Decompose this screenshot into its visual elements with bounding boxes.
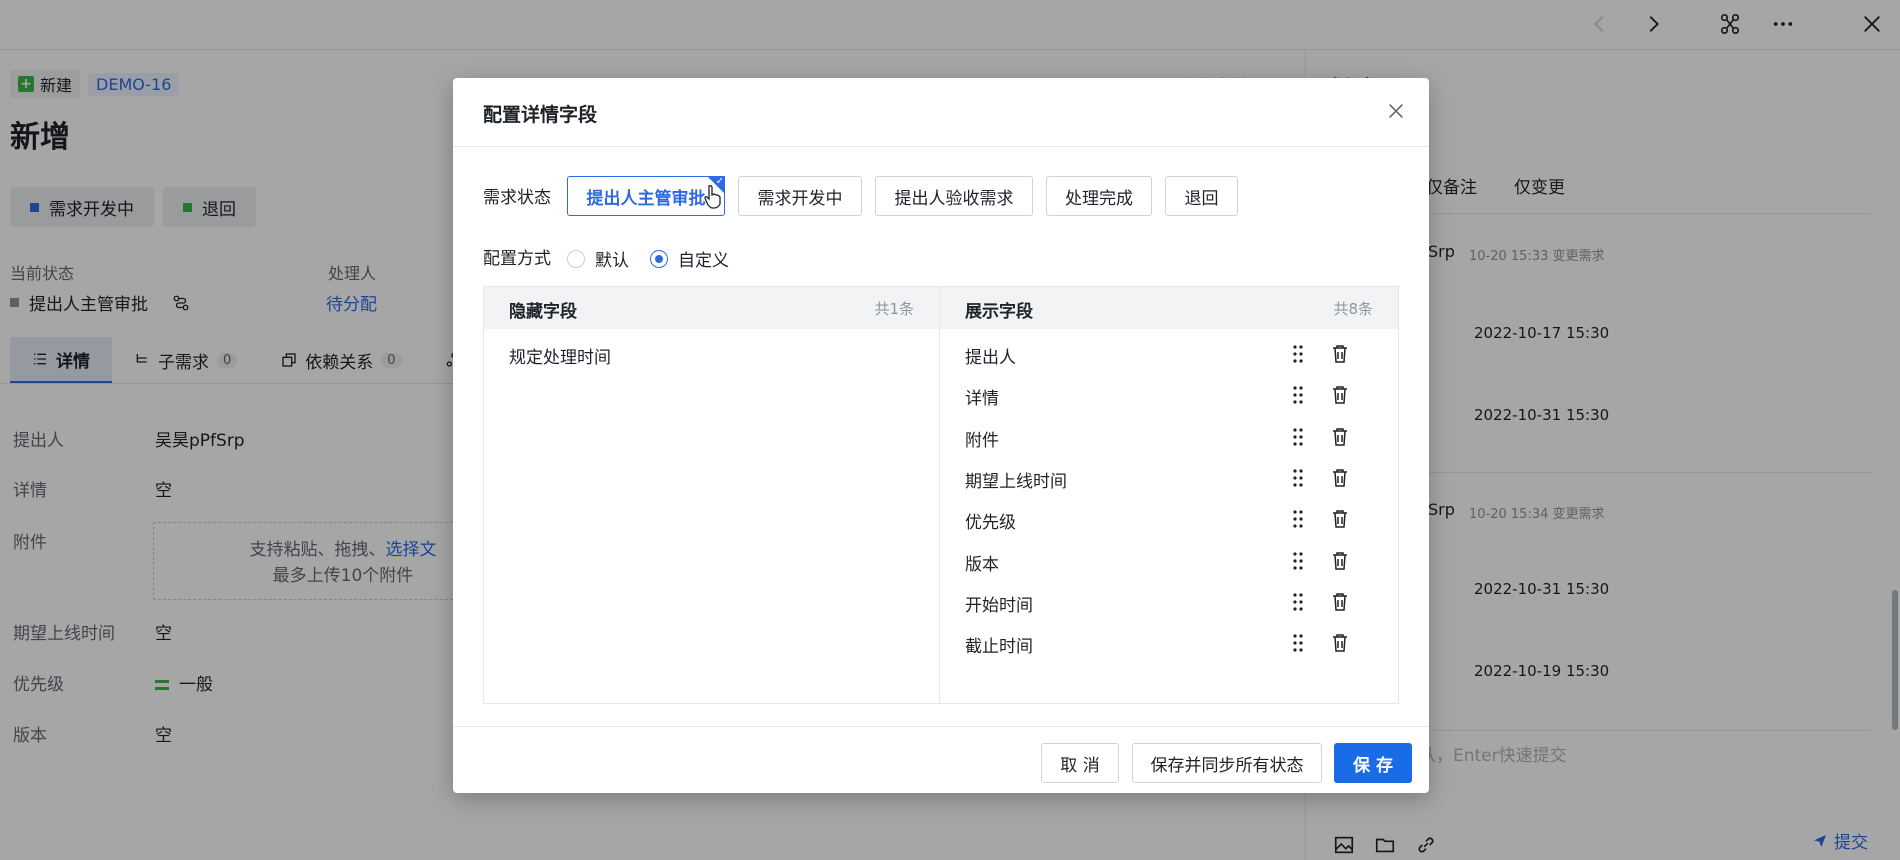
close-icon[interactable] xyxy=(1385,100,1407,122)
status-tab-label: 需求开发中 xyxy=(757,188,843,209)
modal-footer-divider xyxy=(453,726,1429,727)
status-row-label: 需求状态 xyxy=(483,188,551,208)
shown-field-item: 截止时间 xyxy=(965,637,1033,657)
column-count: 共1条 xyxy=(874,300,914,318)
cancel-button[interactable]: 取 消 xyxy=(1041,743,1119,783)
delete-icon[interactable] xyxy=(1331,385,1349,405)
drag-handle-icon[interactable] xyxy=(1289,427,1307,447)
status-tab-label: 提出人主管审批 xyxy=(586,188,706,209)
mode-row-label: 配置方式 xyxy=(483,249,551,269)
drag-handle-icon[interactable] xyxy=(1289,385,1307,405)
drag-handle-icon[interactable] xyxy=(1289,633,1307,653)
save-button[interactable]: 保 存 xyxy=(1334,743,1412,783)
delete-icon[interactable] xyxy=(1331,509,1349,529)
delete-icon[interactable] xyxy=(1331,551,1349,571)
column-count: 共8条 xyxy=(1333,300,1373,318)
shown-field-item: 开始时间 xyxy=(965,596,1033,616)
status-tab-return[interactable]: 退回 xyxy=(1165,176,1238,216)
drag-handle-icon[interactable] xyxy=(1289,344,1307,364)
save-and-sync-button[interactable]: 保存并同步所有状态 xyxy=(1132,743,1322,783)
column-title: 展示字段 xyxy=(965,302,1033,322)
radio-circle xyxy=(567,249,585,268)
shown-field-item: 提出人 xyxy=(965,348,1016,368)
shown-field-item: 附件 xyxy=(965,431,999,451)
status-tab-label: 提出人验收需求 xyxy=(894,188,1014,209)
modal-header-divider xyxy=(453,146,1429,147)
drag-handle-icon[interactable] xyxy=(1289,509,1307,529)
mode-custom-radio[interactable]: 自定义 xyxy=(650,246,729,271)
hidden-field-item[interactable]: 规定处理时间 xyxy=(509,343,611,368)
status-tab-supervisor-approval[interactable]: 提出人主管审批 ✓ xyxy=(567,176,725,216)
delete-icon[interactable] xyxy=(1331,468,1349,488)
drag-handle-icon[interactable] xyxy=(1289,468,1307,488)
shown-field-item: 版本 xyxy=(965,555,999,575)
status-tab-acceptance[interactable]: 提出人验收需求 xyxy=(875,176,1033,216)
radio-label: 默认 xyxy=(595,251,629,271)
drag-handle-icon[interactable] xyxy=(1289,551,1307,571)
config-fields-modal: 配置详情字段 需求状态 提出人主管审批 ✓ 需求开发中 提出人验收需求 处理完成… xyxy=(453,78,1429,793)
status-tab-label: 退回 xyxy=(1184,188,1219,209)
hidden-fields-column: 隐藏字段 共1条 规定处理时间 xyxy=(484,287,940,703)
delete-icon[interactable] xyxy=(1331,633,1349,653)
shown-field-item: 详情 xyxy=(965,389,999,409)
status-tab-developing[interactable]: 需求开发中 xyxy=(738,176,862,216)
field-columns: 隐藏字段 共1条 规定处理时间 展示字段 共8条 提出人详情附件期望上线时间 优先… xyxy=(483,286,1399,704)
drag-handle-icon[interactable] xyxy=(1289,592,1307,612)
mode-default-radio[interactable]: 默认 xyxy=(567,246,629,271)
hand-cursor-icon xyxy=(704,185,721,209)
delete-icon[interactable] xyxy=(1331,344,1349,364)
column-header: 展示字段 共8条 xyxy=(940,287,1398,329)
modal-title: 配置详情字段 xyxy=(483,104,598,126)
shown-fields-column: 展示字段 共8条 提出人详情附件期望上线时间 优先级版本开始时间截止时间 xyxy=(940,287,1398,703)
status-tab-label: 处理完成 xyxy=(1065,188,1133,209)
status-tab-done[interactable]: 处理完成 xyxy=(1046,176,1152,216)
radio-circle xyxy=(650,249,668,268)
delete-icon[interactable] xyxy=(1331,592,1349,612)
column-title: 隐藏字段 xyxy=(509,302,577,322)
radio-label: 自定义 xyxy=(678,251,729,271)
column-header: 隐藏字段 共1条 xyxy=(484,287,939,329)
shown-field-item: 优先级 xyxy=(965,513,1016,533)
delete-icon[interactable] xyxy=(1331,427,1349,447)
shown-field-item: 期望上线时间 xyxy=(965,472,1067,492)
